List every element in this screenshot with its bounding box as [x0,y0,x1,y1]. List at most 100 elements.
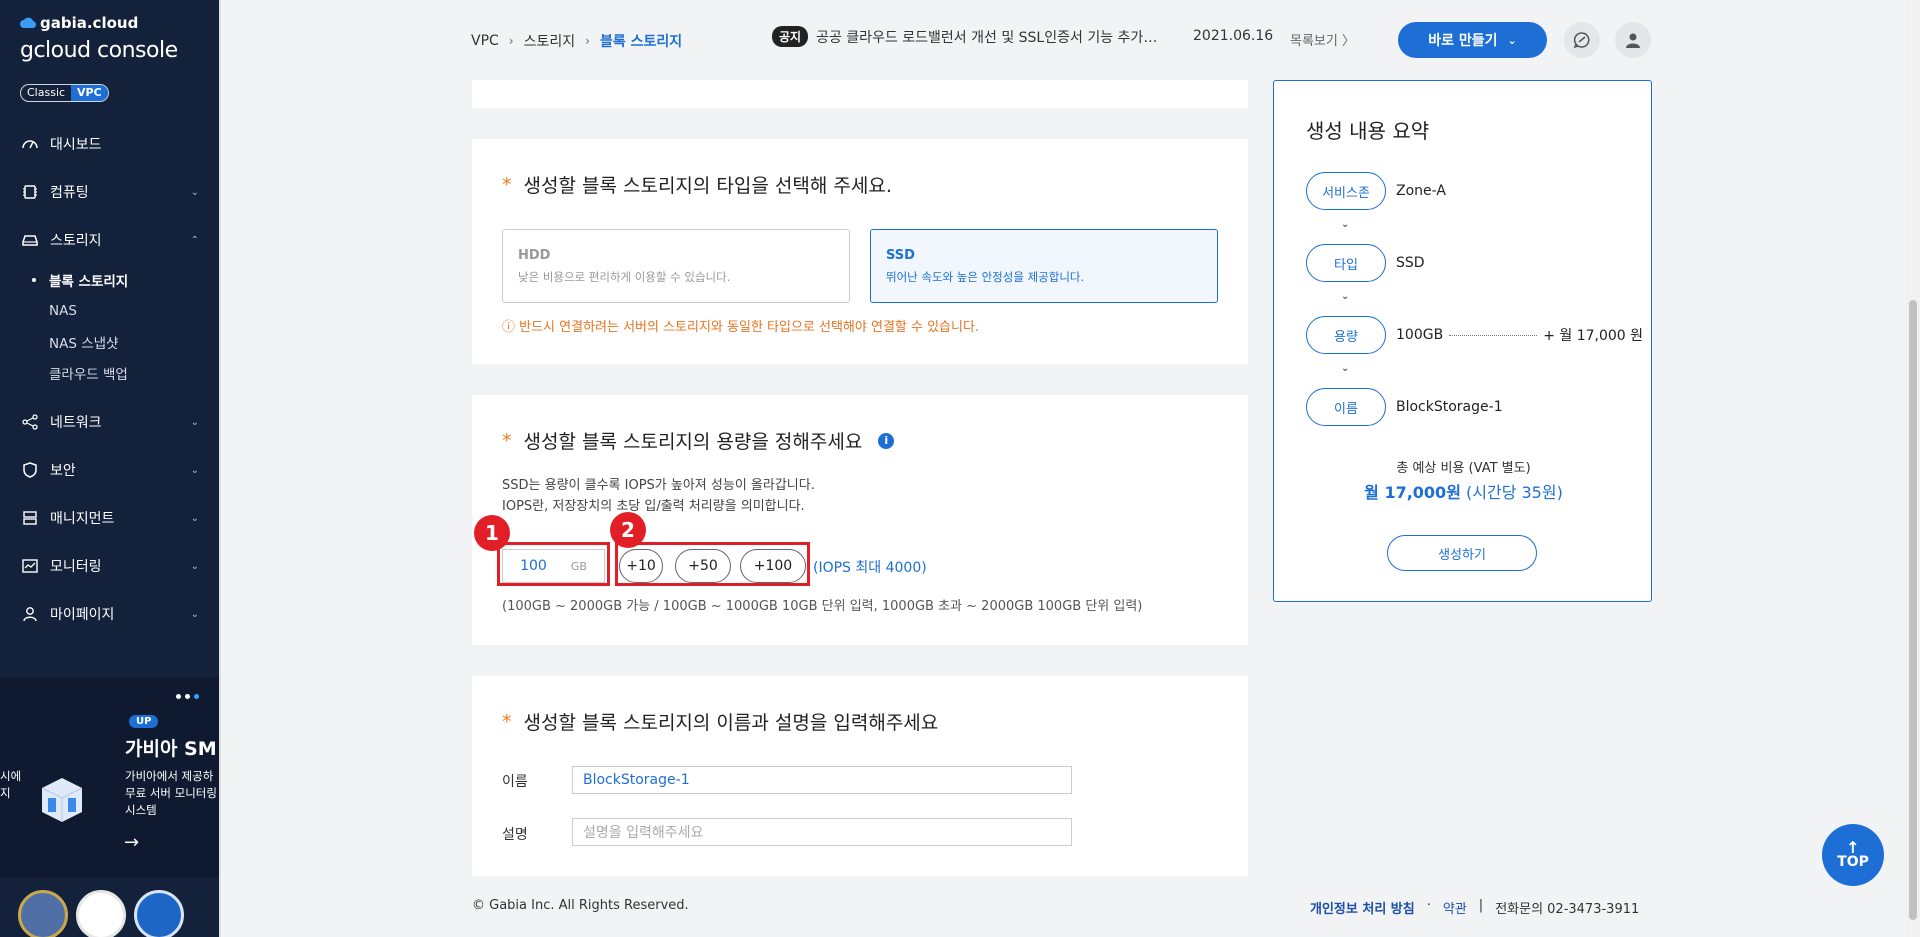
required-mark: * [502,710,512,733]
banner-prev-slide-text: 시에 지 [0,768,21,802]
summary-pill: 타입 [1306,244,1386,282]
name-input[interactable]: BlockStorage-1 [572,766,1072,794]
sidebar-item-computing[interactable]: 컴퓨팅 ⌄ [0,168,219,216]
capacity-desc: SSD는 용량이 클수록 IOPS가 높아져 성능이 올라갑니다. IOPS란,… [502,475,815,517]
sidebar-item-storage[interactable]: 스토리지 ⌃ [0,216,219,264]
sidebar-item-network[interactable]: 네트워크 ⌄ [0,398,219,446]
shield-icon [20,460,40,480]
phone-contact: 전화문의 02-3473-3911 [1495,902,1640,917]
summary-value: 100GB [1396,327,1444,343]
network-icon [20,412,40,432]
total-cost-hourly: (시간당 35원) [1460,483,1563,502]
type-section-title-text: 생성할 블록 스토리지의 타입을 선택해 주세요. [523,175,892,197]
certification-seals [18,890,184,937]
notice-list-link[interactable]: 목록보기 〉 [1290,30,1355,49]
chevron-up-icon: ⌃ [190,234,199,246]
description-input[interactable]: 설명을 입력해주세요 [572,818,1072,846]
carousel-dots[interactable] [176,694,199,699]
submenu-item-nas[interactable]: NAS [30,295,219,326]
submenu-item-block-storage[interactable]: 블록 스토리지 [30,264,219,295]
banner-prev-line: 시에 [0,769,22,783]
sidebar-item-label: 마이페이지 [50,607,115,623]
banner-title: 가비아 SM [125,738,217,760]
copyright: © Gabia Inc. All Rights Reserved. [472,898,689,913]
gauge-icon [20,134,40,154]
chevron-down-icon: ⌄ [190,464,199,476]
terms-link[interactable]: 약관 [1443,898,1467,917]
breadcrumb-storage[interactable]: 스토리지 [524,31,576,51]
sidebar-scrollbar[interactable] [219,0,221,937]
sidebar-item-security[interactable]: 보안 ⌄ [0,446,219,494]
highlight-box-1 [497,542,610,586]
sidebar-item-mypage[interactable]: 마이페이지 ⌄ [0,590,219,638]
create-button[interactable]: 생성하기 [1387,535,1537,571]
logo-top-text: gabia.cloud [40,14,139,32]
quick-create-button[interactable]: 바로 만들기 ⌄ [1398,22,1547,58]
summary-row-type: 타입 SSD [1306,244,1425,282]
hard-drive-icon [20,230,40,250]
banner-desc-line: 시스템 [125,803,157,817]
dotted-leader [1449,334,1538,336]
sidebar-item-label: 스토리지 [50,233,102,249]
total-cost-monthly: 월 17,000원 [1364,483,1461,502]
certification-seal-icon [18,890,68,937]
info-icon[interactable]: i [878,432,895,449]
total-cost-label: 총 예상 비용 (VAT 별도) [1396,461,1531,476]
server-icon [20,508,40,528]
scrollbar-thumb[interactable] [1909,300,1917,920]
notice-bar[interactable]: 공지 공공 클라우드 로드밸런서 개선 및 SSL인증서 기능 추가 안내 [772,26,1161,47]
previous-section-card [472,80,1248,108]
capacity-section-title-text: 생성할 블록 스토리지의 용량을 정해주세요 [523,431,863,453]
breadcrumb: VPC › 스토리지 › 블록 스토리지 [471,31,682,51]
type-option-hdd[interactable]: HDD 낮은 비용으로 편리하게 이용할 수 있습니다. [502,229,850,303]
breadcrumb-block-storage: 블록 스토리지 [599,34,683,50]
summary-price: + 월 17,000 원 [1543,328,1644,344]
summary-title: 생성 내용 요약 [1306,119,1430,143]
chevron-down-icon: ⌄ [190,186,199,198]
capacity-section: * 생성할 블록 스토리지의 용량을 정해주세요 i SSD는 용량이 클수록 … [472,395,1248,645]
mode-toggle[interactable]: Classic VPC [20,84,109,102]
sidebar-item-monitoring[interactable]: 모니터링 ⌄ [0,542,219,590]
arrow-right-icon[interactable]: → [124,832,139,853]
type-option-ssd[interactable]: SSD 뛰어난 속도와 높은 안정성을 제공합니다. [870,229,1218,303]
notice-text[interactable]: 공공 클라우드 로드밸런서 개선 및 SSL인증서 기능 추가 안내 [816,27,1161,47]
sidebar-item-label: 매니지먼트 [50,511,115,527]
mode-classic[interactable]: Classic [21,85,71,101]
chevron-down-icon: ⌄ [1507,33,1517,47]
highlight-box-2 [615,542,810,586]
user-icon [20,604,40,624]
submenu-item-cloud-backup[interactable]: 클라우드 백업 [30,357,219,388]
mode-vpc[interactable]: VPC [71,85,108,101]
summary-pill: 용량 [1306,316,1386,354]
chat-icon [1573,32,1590,49]
type-option-name: HDD [518,248,551,263]
sidebar-item-management[interactable]: 매니지먼트 ⌄ [0,494,219,542]
sidebar-item-label: 모니터링 [50,559,102,575]
chevron-right-icon: › [585,34,590,48]
scroll-top-button[interactable]: ↑ TOP [1822,824,1884,886]
summary-pill: 서비스존 [1306,172,1386,210]
sidebar-item-dashboard[interactable]: 대시보드 [0,120,219,168]
privacy-link[interactable]: 개인정보 처리 방침 [1310,898,1415,917]
capacity-desc-line: IOPS란, 저장장치의 초당 입/출력 처리량을 의미합니다. [502,499,805,514]
submenu-item-nas-snapshot[interactable]: NAS 스냅샷 [30,326,219,357]
console-logo[interactable]: gcloud console [20,38,178,63]
required-mark: * [502,173,512,196]
type-option-name: SSD [886,248,915,263]
gabia-logo[interactable]: gabia.cloud [20,14,138,32]
chevron-down-icon: ⌄ [190,560,199,572]
capacity-range: (100GB ~ 2000GB 가능 / 100GB ~ 1000GB 10GB… [502,599,1143,614]
breadcrumb-vpc[interactable]: VPC [471,33,499,49]
footer-divider: | [1478,898,1484,913]
name-section-title-text: 생성할 블록 스토리지의 이름과 설명을 입력해주세요 [523,712,939,734]
chevron-down-icon: ⌄ [1341,363,1350,374]
sidebar-item-label: 네트워크 [50,415,102,431]
profile-button[interactable] [1615,22,1651,58]
name-section-title: * 생성할 블록 스토리지의 이름과 설명을 입력해주세요 [502,708,938,735]
top-label: TOP [1837,854,1869,870]
page-scrollbar[interactable] [1906,0,1920,937]
chat-button[interactable] [1564,22,1600,58]
up-badge: UP [129,715,159,728]
capacity-desc-line: SSD는 용량이 클수록 IOPS가 높아져 성능이 올라갑니다. [502,478,815,493]
cloud-icon [20,17,36,29]
